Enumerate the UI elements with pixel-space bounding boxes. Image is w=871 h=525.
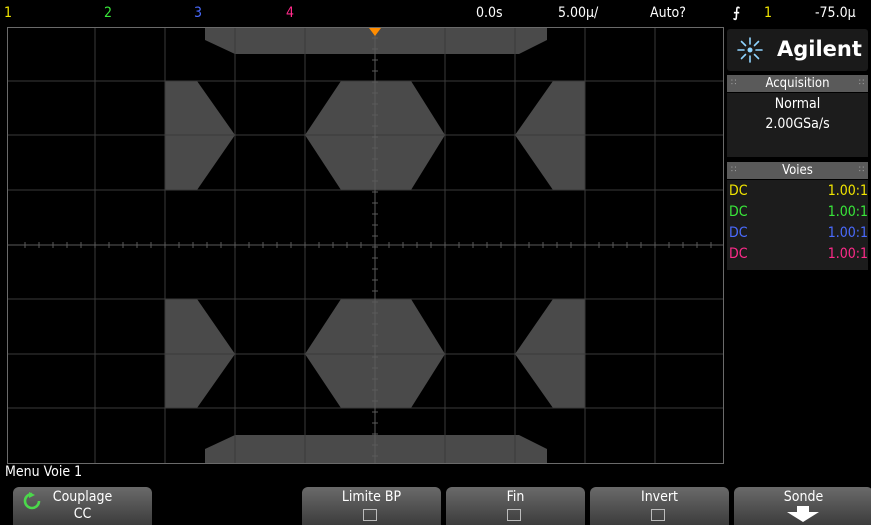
grip-icon: ∷ xyxy=(858,165,864,175)
grip-icon: ∷ xyxy=(731,78,737,88)
time-offset[interactable]: 0.0s xyxy=(476,5,503,21)
acquisition-header: ∷ Acquisition ∷ xyxy=(727,75,868,92)
channels-body: DC 1.00:1 DC 1.00:1 DC 1.00:1 DC 1.00:1 xyxy=(727,180,868,270)
softkey-couplage-value: CC xyxy=(73,506,92,522)
channel-1-coupling: DC xyxy=(729,183,748,199)
graticule xyxy=(7,27,724,464)
channel-3-row: DC 1.00:1 xyxy=(727,225,868,243)
channel-3-indicator[interactable]: 3 xyxy=(194,5,202,21)
mask-bottom xyxy=(205,435,547,464)
softkey-sonde-label: Sonde xyxy=(783,489,824,505)
channel-4-row: DC 1.00:1 xyxy=(727,246,868,264)
brand-logo: Agilent xyxy=(727,29,868,71)
status-bar: 1 2 3 4 0.0s 5.00µ/ Auto? ⨍ 1 -75.0µ xyxy=(0,0,871,27)
channel-1-row: DC 1.00:1 xyxy=(727,183,868,201)
limite-bp-checkbox[interactable] xyxy=(363,509,377,521)
softkey-couplage[interactable]: Couplage CC xyxy=(13,487,152,525)
softkey-fin[interactable]: Fin xyxy=(446,487,585,525)
channel-1-indicator[interactable]: 1 xyxy=(4,5,12,21)
softkey-couplage-label: Couplage xyxy=(52,489,113,505)
softkey-limite-bp[interactable]: Limite BP xyxy=(302,487,441,525)
acquisition-mode: Normal xyxy=(774,96,821,112)
channels-header: ∷ Voies ∷ xyxy=(727,162,868,179)
channel-2-probe: 1.00:1 xyxy=(827,204,868,220)
agilent-spark-icon xyxy=(737,37,763,63)
channel-4-coupling: DC xyxy=(729,246,748,262)
softkey-invert-label: Invert xyxy=(640,489,678,505)
channel-3-probe: 1.00:1 xyxy=(827,225,868,241)
brand-name: Agilent xyxy=(777,37,862,61)
channel-4-indicator[interactable]: 4 xyxy=(286,5,294,21)
softkey-limite-bp-label: Limite BP xyxy=(341,489,402,505)
acquisition-title: Acquisition xyxy=(765,76,830,91)
sample-rate: 2.00GSa/s xyxy=(765,116,830,132)
arrow-down-icon xyxy=(787,512,819,522)
channel-2-indicator[interactable]: 2 xyxy=(104,5,112,21)
softkey-sonde[interactable]: Sonde xyxy=(734,487,871,525)
channel-2-row: DC 1.00:1 xyxy=(727,204,868,222)
waveform-display[interactable] xyxy=(7,27,724,464)
softkey-invert[interactable]: Invert xyxy=(590,487,729,525)
timebase[interactable]: 5.00µ/ xyxy=(558,5,598,21)
trigger-level[interactable]: -75.0µ xyxy=(815,5,856,21)
softkey-fin-label: Fin xyxy=(506,489,525,505)
fin-checkbox[interactable] xyxy=(507,509,521,521)
invert-checkbox[interactable] xyxy=(651,509,665,521)
trigger-edge-icon: ⨍ xyxy=(733,5,741,21)
channel-4-probe: 1.00:1 xyxy=(827,246,868,262)
trigger-source[interactable]: 1 xyxy=(764,5,772,21)
channel-3-coupling: DC xyxy=(729,225,748,241)
channels-title: Voies xyxy=(782,163,813,178)
info-panel: Agilent ∷ Acquisition ∷ Normal 2.00GSa/s… xyxy=(724,27,871,464)
channel-1-probe: 1.00:1 xyxy=(827,183,868,199)
acquisition-body: Normal 2.00GSa/s xyxy=(727,93,868,157)
trigger-mode[interactable]: Auto? xyxy=(650,5,686,21)
channel-2-coupling: DC xyxy=(729,204,748,220)
grip-icon: ∷ xyxy=(858,78,864,88)
grip-icon: ∷ xyxy=(731,165,737,175)
menu-title: Menu Voie 1 xyxy=(5,464,83,480)
